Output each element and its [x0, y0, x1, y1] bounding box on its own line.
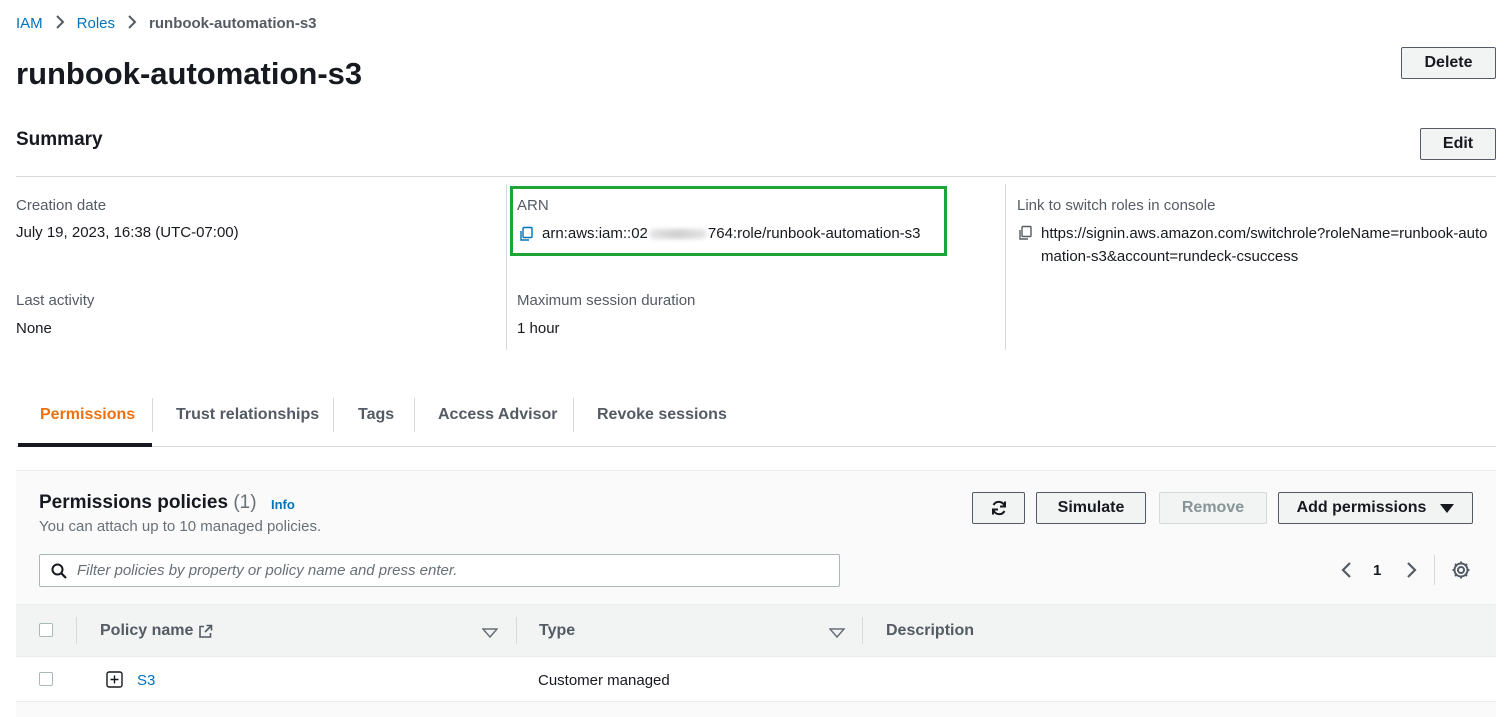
add-permissions-button[interactable]: Add permissions — [1278, 492, 1473, 524]
policies-subtitle: You can attach up to 10 managed policies… — [39, 518, 322, 535]
policies-title: Permissions policies (1) — [39, 492, 257, 514]
page-title: runbook-automation-s3 — [16, 56, 363, 91]
breadcrumb: IAM Roles runbook-automation-s3 — [16, 15, 317, 32]
tab-revoke-sessions[interactable]: Revoke sessions — [597, 406, 727, 424]
remove-button[interactable]: Remove — [1159, 492, 1267, 524]
column-divider — [76, 617, 77, 644]
page-number[interactable]: 1 — [1373, 562, 1381, 579]
column-divider — [516, 617, 517, 644]
tab-divider — [414, 398, 415, 432]
policies-count: (1) — [233, 492, 257, 513]
pagination-divider — [1434, 555, 1435, 585]
column-header-policy-name-label: Policy name — [100, 622, 194, 639]
chevron-right-icon[interactable] — [1405, 561, 1419, 584]
policy-type: Customer managed — [538, 672, 670, 689]
active-tab-indicator — [18, 443, 152, 447]
last-activity-value: None — [16, 320, 52, 337]
arn-highlight-box — [510, 186, 947, 256]
arn-value: arn:aws:iam::02 764:role/runbook-automati… — [518, 222, 921, 245]
tab-permissions[interactable]: Permissions — [40, 406, 135, 424]
tab-divider — [333, 398, 334, 432]
breadcrumb-roles-link[interactable]: Roles — [77, 15, 115, 32]
delete-button[interactable]: Delete — [1401, 47, 1496, 79]
tab-divider — [573, 398, 574, 432]
column-header-policy-name[interactable]: Policy name — [100, 622, 213, 640]
search-icon — [51, 563, 67, 579]
row-checkbox[interactable] — [39, 672, 53, 686]
column-divider — [1005, 184, 1006, 350]
policy-search-input[interactable] — [77, 562, 839, 579]
arn-prefix: arn:aws:iam::02 — [542, 225, 648, 242]
select-all-checkbox[interactable] — [39, 623, 53, 637]
simulate-button[interactable]: Simulate — [1036, 492, 1146, 524]
tab-access-advisor[interactable]: Access Advisor — [438, 406, 557, 424]
edit-button[interactable]: Edit — [1420, 128, 1496, 160]
policies-title-text: Permissions policies — [39, 492, 229, 513]
arn-label: ARN — [517, 197, 549, 214]
column-header-type[interactable]: Type — [539, 622, 575, 640]
copy-icon[interactable] — [518, 226, 534, 242]
summary-title: Summary — [16, 129, 103, 150]
column-header-description[interactable]: Description — [886, 622, 974, 640]
policy-search-box[interactable] — [39, 554, 840, 587]
summary-divider — [16, 176, 1496, 177]
refresh-button[interactable] — [972, 492, 1025, 524]
breadcrumb-iam-link[interactable]: IAM — [16, 15, 43, 32]
switch-roles-link: https://signin.aws.amazon.com/switchrole… — [1017, 222, 1497, 268]
creation-date-value: July 19, 2023, 16:38 (UTC-07:00) — [16, 224, 239, 241]
max-session-value: 1 hour — [517, 320, 560, 337]
switch-roles-label: Link to switch roles in console — [1017, 197, 1216, 214]
refresh-icon — [990, 499, 1008, 517]
chevron-right-icon — [127, 15, 137, 32]
add-permissions-label: Add permissions — [1296, 499, 1427, 516]
creation-date-label: Creation date — [16, 197, 107, 214]
tab-tags[interactable]: Tags — [358, 406, 394, 424]
column-divider — [506, 184, 507, 350]
caret-down-icon — [1440, 503, 1455, 513]
chevron-left-icon[interactable] — [1339, 561, 1353, 584]
sort-caret-icon[interactable] — [828, 625, 846, 643]
expand-icon[interactable] — [106, 671, 123, 693]
last-activity-label: Last activity — [16, 292, 95, 309]
gear-icon[interactable] — [1451, 560, 1471, 585]
tab-trust-relationships[interactable]: Trust relationships — [176, 406, 319, 424]
info-link[interactable]: Info — [271, 497, 295, 512]
column-divider — [862, 617, 863, 644]
switch-roles-url[interactable]: https://signin.aws.amazon.com/switchrole… — [1041, 222, 1491, 268]
policy-name-link[interactable]: S3 — [137, 672, 155, 689]
copy-icon[interactable] — [1017, 225, 1033, 268]
external-link-icon — [198, 624, 213, 639]
breadcrumb-current: runbook-automation-s3 — [149, 15, 317, 32]
table-row — [16, 658, 1496, 702]
tabs-divider — [16, 446, 1496, 447]
tab-divider — [152, 398, 153, 432]
redacted-blur — [648, 228, 707, 239]
chevron-right-icon — [55, 15, 65, 32]
arn-suffix: 764:role/runbook-automation-s3 — [707, 225, 921, 242]
max-session-label: Maximum session duration — [517, 292, 696, 309]
policies-table-header — [16, 604, 1496, 657]
sort-caret-icon[interactable] — [481, 625, 499, 643]
